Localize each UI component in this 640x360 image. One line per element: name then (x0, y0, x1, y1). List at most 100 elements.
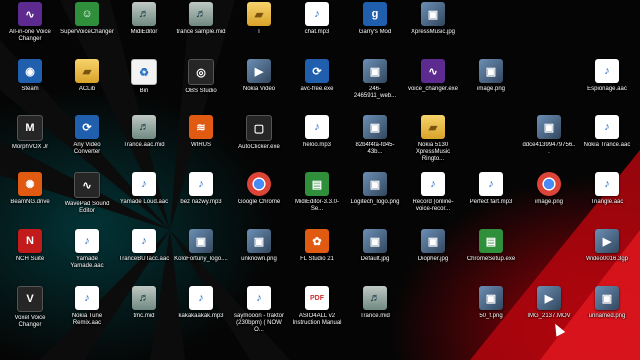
desktop-icon[interactable]: ▤ MidiEditor-3.3.0-Se... (290, 172, 344, 230)
desktop-icon[interactable]: ♪ saymooon - traktor (230bpm) ( NOW O... (232, 286, 286, 344)
desktop-icon[interactable]: ♬ Trance.aac.mid (117, 115, 171, 173)
desktop-icon[interactable]: ✿ FL Studio 21 (290, 229, 344, 287)
desktop-icon-label: Voxel Voice Changer (14, 315, 46, 328)
desktop-icon-label: FL Studio 21 (300, 256, 334, 262)
desktop-icon[interactable]: image.png (522, 172, 576, 230)
desktop-icon[interactable]: ▰ ACLib (60, 59, 114, 117)
desktop-icon[interactable]: ▣ Logitech_logo.png (348, 172, 402, 230)
desktop-icon[interactable]: ▰ T (232, 2, 286, 60)
desktop-icon-grid: ∿ All-in-one Voice Changer ☺ SuperVoiceChan… (0, 0, 640, 360)
desktop-icon[interactable]: ∿ WavePad Sound Editor (60, 172, 114, 230)
audio-file-icon: ♪ (75, 286, 99, 310)
image-file-icon: ▣ (363, 229, 387, 253)
desktop-icon[interactable]: ♪ Nokia Tune Remix.aac (60, 286, 114, 344)
desktop-icon[interactable]: ♪ Yamade Loud.aac (117, 172, 171, 230)
desktop-icon-label: NCH Suite (15, 256, 45, 262)
wavepad-icon: ∿ (74, 172, 100, 198)
desktop-icon[interactable]: PDF ASIO4ALL v2 Instruction Manual (290, 286, 344, 344)
desktop-icon-label: ChromeSetup.exe (466, 256, 516, 262)
desktop-icon-label: Trance.mid (360, 313, 390, 319)
desktop-icon[interactable]: ♪ Record (online-voice-recor... (406, 172, 460, 230)
desktop-icon[interactable]: ♪ heloo.mp3 (290, 115, 344, 173)
desktop-icon[interactable]: ▰ Nokia 5130 XpressMusic Ringto... (406, 115, 460, 173)
desktop-icon[interactable]: ♪ Yamade Yamade.aac (60, 229, 114, 287)
desktop-icon[interactable]: ▣ unnamed.png (580, 286, 634, 344)
desktop-icon-label: kakakaakak.mp3 (178, 313, 224, 319)
desktop-icon[interactable]: ☺ SuperVoiceChanger (60, 2, 114, 60)
desktop-icon-label: Triangle.aac (590, 199, 624, 205)
desktop-icon[interactable]: ▣ XpressMusic.jpg (406, 2, 460, 60)
desktop-icon[interactable]: ✺ BeamNG.drive (3, 172, 57, 230)
desktop-icon[interactable]: ♪ Triangle.aac (580, 172, 634, 230)
desktop-icon[interactable]: ♪ Espionage.aac (580, 59, 634, 117)
steam-icon: ◉ (18, 59, 42, 83)
desktop-icon-label: Nokia 5130 XpressMusic Ringto... (415, 142, 451, 162)
desktop-icon[interactable]: ▤ ChromeSetup.exe (464, 229, 518, 287)
desktop-icon[interactable]: ≋ WIRUS (174, 115, 228, 173)
audio-file-icon: ♪ (595, 172, 619, 196)
image-file-icon: ▣ (363, 115, 387, 139)
desktop-icon[interactable]: ▣ 246-2465911_web... (348, 59, 402, 117)
desktop-icon[interactable]: ▣ unknown.png (232, 229, 286, 287)
desktop-icon-label: All-in-one Voice Changer (9, 29, 51, 42)
desktop-icon[interactable]: ◎ OBS Studio (174, 59, 228, 117)
desktop-icon[interactable]: ∿ All-in-one Voice Changer (3, 2, 57, 60)
folder-icon: ▰ (421, 115, 445, 139)
desktop-icon[interactable]: V Voxel Voice Changer (3, 286, 57, 344)
desktop-icon[interactable]: Google Chrome (232, 172, 286, 230)
desktop-icon[interactable]: ♪ TranceBUTacc.aac (117, 229, 171, 287)
wifi-app-icon: ≋ (189, 115, 213, 139)
desktop-icon-label: T (257, 29, 261, 35)
desktop-icon[interactable]: ▣ 82b4f4fa-fd45-43b... (348, 115, 402, 173)
desktop-icon[interactable]: ♪ bez nazwy.mp3 (174, 172, 228, 230)
game-icon: g (363, 2, 387, 26)
image-file-icon: ▣ (537, 115, 561, 139)
desktop-icon-label: Nokia Tune Remix.aac (71, 313, 103, 326)
desktop-icon[interactable]: ♪ kakakaakak.mp3 (174, 286, 228, 344)
desktop-icon[interactable]: ▶ IMG_2137.MOV (522, 286, 576, 344)
desktop-icon[interactable]: ♬ MidiEditor (117, 2, 171, 60)
desktop-icon-label: ACLib (78, 86, 96, 92)
desktop-icon[interactable]: ▣ Default.jpg (348, 229, 402, 287)
installer-icon: ▤ (479, 229, 503, 253)
desktop-icon[interactable]: ⟳ avc-free.exe (290, 59, 344, 117)
voice-wave-icon: ∿ (18, 2, 42, 26)
beamng-icon: ✺ (18, 172, 42, 196)
desktop-icon[interactable]: ♪ chat.mp3 (290, 2, 344, 60)
desktop-icon[interactable]: ▣ 50_f.png (464, 286, 518, 344)
desktop-icon[interactable]: ▣ image.png (464, 59, 518, 117)
desktop-icon[interactable]: ⟳ Any Video Converter (60, 115, 114, 173)
desktop-icon[interactable]: ▶ Wideo0016.3gp (580, 229, 634, 287)
desktop-icon[interactable]: ♬ tmc.mid (117, 286, 171, 344)
desktop-icon[interactable]: ♬ Trance.mid (348, 286, 402, 344)
desktop-icon[interactable]: M MorphVOX Jr (3, 115, 57, 173)
desktop-icon[interactable]: ▣ Diopher.jpg (406, 229, 460, 287)
desktop-icon[interactable]: ◉ Steam (3, 59, 57, 117)
desktop-icon[interactable]: ♻ Bin (117, 59, 171, 117)
desktop-icon-label: MidiEditor-3.3.0-Se... (294, 199, 339, 212)
desktop-icon[interactable]: ♬ trance sample.mid (174, 2, 228, 60)
desktop-icon-label: Default.jpg (360, 256, 390, 262)
desktop-icon[interactable]: ∿ voice_changer.exe (406, 59, 460, 117)
desktop-icon-label: avc-free.exe (300, 86, 334, 92)
desktop-icon[interactable]: N NCH Suite (3, 229, 57, 287)
voice-app-icon: ☺ (75, 2, 99, 26)
obs-icon: ◎ (188, 59, 214, 85)
desktop-icon-label: IMG_2137.MOV (527, 313, 571, 319)
desktop-icon[interactable]: ▶ Nokia Video (232, 59, 286, 117)
chrome-icon (537, 172, 561, 196)
desktop-icon[interactable]: g Garry's Mod (348, 2, 402, 60)
desktop-icon-label: Bin (139, 88, 149, 94)
desktop-icon[interactable]: ▢ AutoClicker.exe (232, 115, 286, 173)
desktop-icon[interactable]: ▣ ddce41399479756... (522, 115, 576, 173)
desktop-icon[interactable]: ♪ Nokia Trance.aac (580, 115, 634, 173)
midi-file-icon: ♬ (132, 115, 156, 139)
image-file-icon: ▣ (363, 59, 387, 83)
desktop-icon[interactable]: ▣ KoloFortuny_logo.... (174, 229, 228, 287)
desktop-icon-label: Any Video Converter (73, 142, 101, 155)
desktop-icon-label: saymooon - traktor (230bpm) ( NOW O... (233, 313, 285, 333)
voice-wave-icon: ∿ (421, 59, 445, 83)
desktop-icon[interactable]: ♪ Perfect fart.mp3 (464, 172, 518, 230)
fl-studio-icon: ✿ (305, 229, 329, 253)
recycle-bin-icon: ♻ (131, 59, 157, 85)
